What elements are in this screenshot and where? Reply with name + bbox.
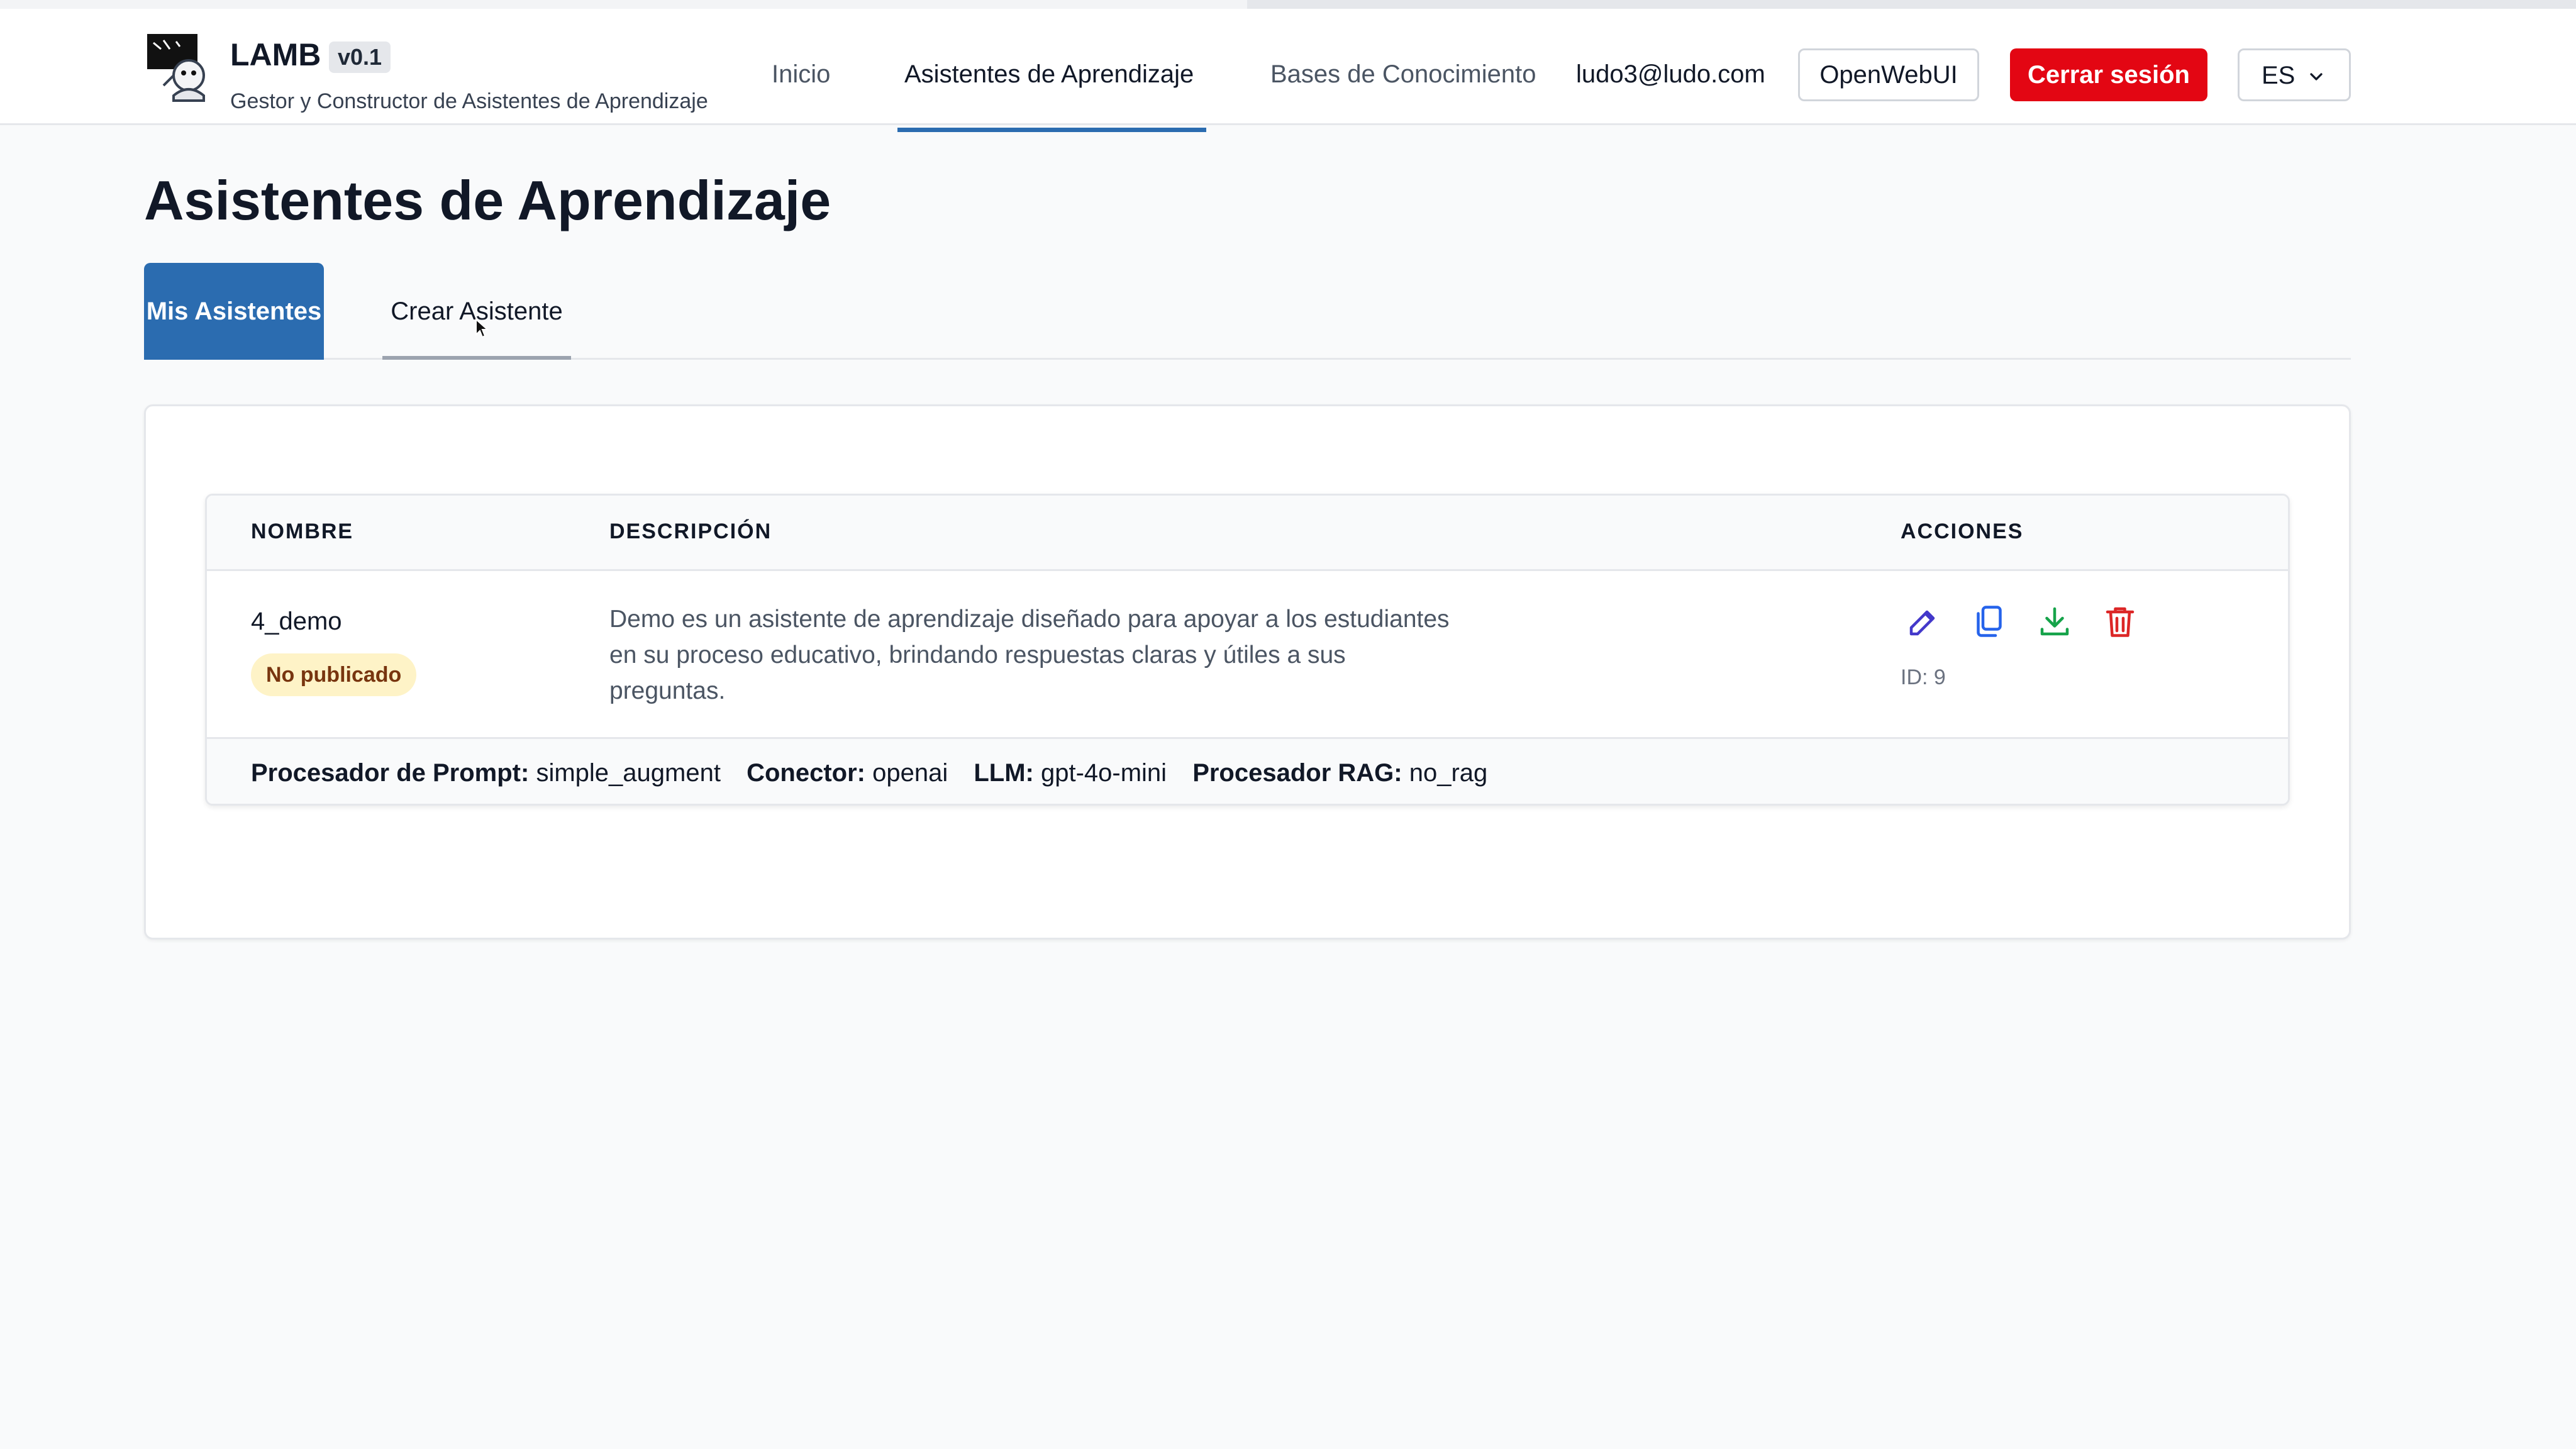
download-icon[interactable] xyxy=(2036,602,2074,640)
column-header-descripcion: DESCRIPCIÓN xyxy=(609,519,772,543)
assistant-id: ID: 9 xyxy=(1901,665,1946,689)
nav-active-indicator xyxy=(897,128,1206,132)
llm-value: gpt-4o-mini xyxy=(1040,759,1167,787)
prompt-processor-value: simple_augment xyxy=(536,759,721,787)
column-header-acciones: ACCIONES xyxy=(1901,519,2024,543)
prompt-processor-label: Procesador de Prompt: xyxy=(251,759,530,787)
language-value: ES xyxy=(2262,62,2296,89)
rag-processor-value: no_rag xyxy=(1409,759,1488,787)
table-header: NOMBRE DESCRIPCIÓN ACCIONES xyxy=(207,496,2288,571)
page-title: Asistentes de Aprendizaje xyxy=(144,169,831,231)
assistant-name: 4_demo xyxy=(251,608,342,635)
connector-value: openai xyxy=(872,759,948,787)
openwebui-button[interactable]: OpenWebUI xyxy=(1798,48,1979,101)
tab-mis-asistentes[interactable]: Mis Asistentes xyxy=(144,263,324,360)
edit-icon[interactable] xyxy=(1905,602,1943,640)
browser-progress-bar xyxy=(0,0,2576,9)
copy-icon[interactable] xyxy=(1970,602,2008,640)
column-header-nombre: NOMBRE xyxy=(251,519,354,543)
connector-label: Conector: xyxy=(747,759,865,787)
tab-hover-underline xyxy=(382,356,571,360)
rag-processor-label: Procesador RAG: xyxy=(1192,759,1402,787)
top-header: LAMB v0.1 Gestor y Constructor de Asiste… xyxy=(0,9,2576,132)
lamb-logo-icon xyxy=(147,34,205,102)
nav-inicio[interactable]: Inicio xyxy=(772,60,830,89)
app-subtitle: Gestor y Constructor de Asistentes de Ap… xyxy=(230,89,708,113)
chevron-down-icon xyxy=(2310,73,2323,80)
llm-label: LLM: xyxy=(974,759,1034,787)
status-badge: No publicado xyxy=(251,653,417,696)
assistants-table: NOMBRE DESCRIPCIÓN ACCIONES 4_demo No pu… xyxy=(205,494,2290,806)
nav-asistentes[interactable]: Asistentes de Aprendizaje xyxy=(904,60,1194,89)
nav-bases-conocimiento[interactable]: Bases de Conocimiento xyxy=(1270,60,1536,89)
assistant-description: Demo es un asistente de aprendizaje dise… xyxy=(609,606,1450,704)
tab-crear-asistente[interactable]: Crear Asistente xyxy=(382,263,571,360)
language-select[interactable]: ES xyxy=(2238,48,2351,101)
assistant-details-bar: Procesador de Prompt: simple_augment Con… xyxy=(207,737,2288,804)
assistant-details: Procesador de Prompt: simple_augment Con… xyxy=(251,759,1487,787)
logout-button[interactable]: Cerrar sesión xyxy=(2010,48,2207,101)
user-email: ludo3@ludo.com xyxy=(1576,60,1765,88)
version-badge: v0.1 xyxy=(329,42,391,73)
app-name: LAMB xyxy=(230,37,321,72)
mouse-cursor-icon xyxy=(475,318,489,338)
trash-icon[interactable] xyxy=(2101,602,2139,640)
